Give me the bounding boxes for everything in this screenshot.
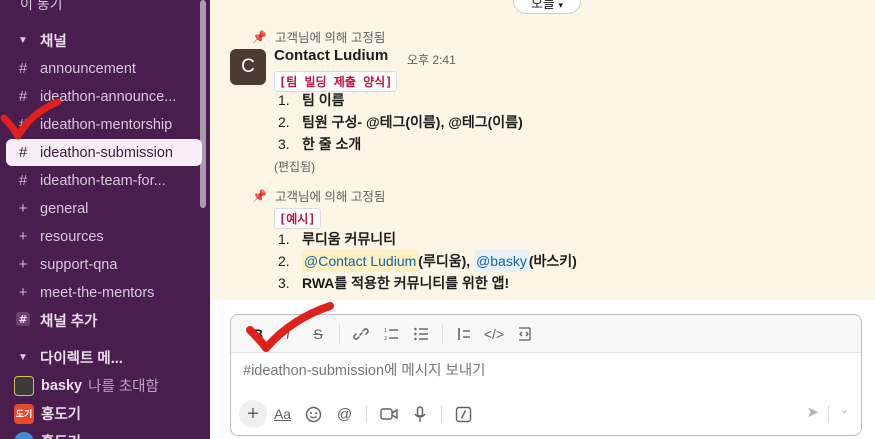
plus-icon: +: [18, 228, 28, 245]
sidebar-item-channel[interactable]: # ideathon-team-for...: [6, 167, 202, 194]
message-input[interactable]: [243, 363, 843, 379]
sidebar-item-channel[interactable]: + support-qna: [6, 251, 202, 278]
sidebar-scrollbar[interactable]: [200, 0, 206, 208]
plus-icon: +: [18, 284, 28, 301]
toolbar-divider: [441, 405, 442, 423]
list-item: 2. @Contact Ludium (루디움), @basky (바스키): [278, 250, 577, 272]
avatar: [14, 375, 34, 396]
message-pane: 오늘 ▾ 📌 고객님에 의해 고정됨 C Contact Ludium 오후 2…: [210, 0, 875, 439]
svg-text:2: 2: [384, 336, 387, 342]
svg-text:#: #: [18, 313, 27, 326]
sidebar-item-dm[interactable]: 도기 홍도기: [6, 400, 202, 427]
plus-icon: +: [18, 256, 28, 273]
channel-name: resources: [40, 228, 104, 245]
message-timestamp[interactable]: 오후 2:41: [407, 51, 456, 68]
pin-icon: 📌: [252, 29, 267, 44]
add-channel-icon: #: [6, 311, 40, 331]
message-author[interactable]: Contact Ludium: [274, 47, 388, 64]
pin-icon: 📌: [252, 188, 267, 203]
avatar: [14, 431, 34, 439]
emoji-icon[interactable]: [298, 400, 329, 428]
composer-actions: + Aa @ ➤ ⌄: [239, 399, 855, 429]
pinned-notice-text: 고객님에 의해 고정됨: [274, 190, 386, 204]
pinned-notice: 📌 고객님에 의해 고정됨: [252, 27, 385, 46]
dm-name: 홍도기: [41, 431, 81, 439]
pinned-notice-text: 고객님에 의해 고정됨: [274, 31, 386, 45]
caret-down-icon: ▼: [18, 35, 28, 46]
chevron-down-icon[interactable]: ⌄: [840, 403, 849, 416]
dm-name: 홍도기: [41, 407, 82, 423]
sidebar-item-channel[interactable]: + meet-the-mentors: [6, 279, 202, 306]
sidebar: 이 동기 ▼ 채널 # announcement # ideathon-anno…: [0, 0, 210, 439]
sidebar-item-channel[interactable]: # announcement: [6, 55, 202, 82]
hash-icon: #: [18, 60, 28, 77]
message-ordered-list: 1. 팀 이름 2. 팀원 구성- @테그(이름), @테그(이름) 3. 한 줄 소…: [278, 89, 523, 155]
sidebar-top-partial-label: 이 동기: [20, 0, 63, 12]
channel-name: ideathon-submission: [40, 144, 173, 161]
mention-icon[interactable]: @: [329, 400, 360, 428]
sidebar-item-channel[interactable]: + general: [6, 195, 202, 222]
formatting-toggle-icon[interactable]: Aa: [267, 400, 298, 428]
list-item: 1. 루디움 커뮤니티: [278, 231, 397, 247]
hash-icon: #: [18, 144, 28, 161]
link-icon[interactable]: [346, 321, 376, 347]
date-divider-button[interactable]: 오늘 ▾: [513, 0, 581, 14]
dm-section-label: 다이렉트 메...: [40, 351, 123, 367]
message-code-tag: [예시]: [274, 208, 321, 229]
blockquote-icon[interactable]: [449, 321, 479, 347]
microphone-icon[interactable]: [404, 400, 435, 428]
code-block-icon[interactable]: [509, 321, 539, 347]
dm-name: basky: [41, 377, 83, 394]
list-item: 3. RWA를 적용한 커뮤니티를 위한 앱!: [278, 275, 510, 291]
channel-name: announcement: [40, 60, 136, 77]
list-item: 1. 팀 이름: [278, 92, 345, 108]
attach-plus-icon[interactable]: +: [239, 400, 267, 428]
ordered-list-icon[interactable]: 12: [376, 321, 406, 347]
bulleted-list-icon[interactable]: [406, 321, 436, 347]
video-clip-icon[interactable]: [373, 400, 404, 428]
sidebar-item-dm[interactable]: basky 나를 초대함: [6, 372, 202, 399]
plus-icon: +: [18, 200, 28, 217]
user-mention[interactable]: @Contact Ludium: [302, 250, 419, 272]
toolbar-divider: [828, 405, 829, 423]
hash-icon: #: [18, 172, 28, 189]
list-item: 2. 팀원 구성- @테그(이름), @테그(이름): [278, 114, 523, 130]
channel-name: support-qna: [40, 256, 118, 273]
avatar: 도기: [14, 403, 34, 424]
toolbar-divider: [442, 323, 443, 344]
sidebar-item-dm[interactable]: 홍도기: [6, 428, 202, 439]
toolbar-divider: [366, 405, 367, 423]
slash-command-icon[interactable]: [448, 400, 479, 428]
channel-name: general: [40, 200, 89, 217]
channel-name: meet-the-mentors: [40, 284, 155, 301]
send-icon[interactable]: ➤: [806, 403, 819, 421]
channels-section-label: 채널: [40, 34, 67, 50]
add-channel-label: 채널 추가: [40, 314, 98, 330]
checkmark-annotation-icon: [0, 98, 62, 140]
caret-down-icon: ▼: [18, 352, 28, 363]
sidebar-item-channel[interactable]: + resources: [6, 223, 202, 250]
channels-section-header[interactable]: ▼ 채널: [6, 27, 202, 54]
pinned-notice: 📌 고객님에 의해 고정됨: [252, 186, 385, 205]
code-icon[interactable]: </>: [479, 321, 509, 347]
svg-text:1: 1: [384, 328, 387, 334]
avatar[interactable]: C: [230, 49, 266, 85]
chevron-down-icon: ▾: [558, 0, 564, 10]
add-channel-button[interactable]: # 채널 추가: [6, 307, 202, 334]
list-item: 3. 한 줄 소개: [278, 136, 362, 152]
message-ordered-list: 1. 루디움 커뮤니티 2. @Contact Ludium (루디움), @ba…: [278, 228, 577, 294]
user-mention[interactable]: @basky: [474, 250, 529, 272]
dm-section-header[interactable]: ▼ 다이렉트 메...: [6, 344, 202, 371]
dm-note: 나를 초대함: [88, 379, 159, 395]
edited-label: (편집됨): [274, 160, 316, 174]
toolbar-divider: [339, 323, 340, 344]
checkmark-annotation-icon: [246, 302, 334, 352]
channel-name: ideathon-team-for...: [40, 172, 166, 189]
